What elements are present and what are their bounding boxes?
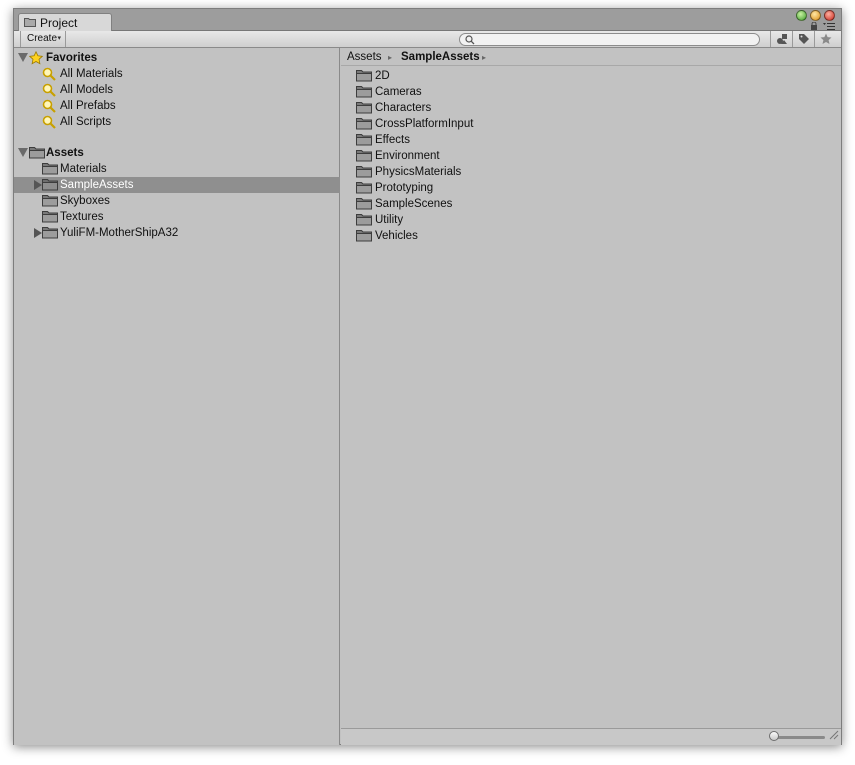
folder-item[interactable]: Characters (341, 100, 841, 116)
tree-favorite-label: All Materials (60, 68, 123, 80)
lock-icon[interactable] (810, 21, 818, 30)
folder-label: SampleScenes (375, 198, 453, 210)
tree-folder-label: YuliFM-MotherShipA32 (60, 227, 179, 239)
folder-icon (356, 101, 372, 117)
folder-label: Cameras (375, 86, 422, 98)
folder-icon (356, 133, 372, 149)
minimize-icon[interactable] (810, 10, 821, 21)
foldout-closed-icon[interactable] (34, 180, 42, 190)
folder-item[interactable]: PhysicsMaterials (341, 164, 841, 180)
tree-favorite-label: All Scripts (60, 116, 112, 128)
folder-icon (356, 149, 372, 165)
breadcrumb-separator-icon: ▸ (388, 53, 393, 62)
tab-bar: Project (14, 9, 841, 31)
breadcrumb: Assets ▸ SampleAssets ▸ (341, 48, 841, 66)
breadcrumb-root[interactable]: Assets (347, 51, 382, 63)
create-label: Create (27, 33, 58, 44)
folder-item[interactable]: SampleScenes (341, 196, 841, 212)
folder-icon (356, 117, 372, 133)
tree-favorite-label: All Prefabs (60, 100, 116, 112)
folder-tree: Favorites All Materials All Models All P… (14, 48, 340, 745)
tree-folder-item[interactable]: Skyboxes (14, 193, 340, 209)
status-bar (341, 728, 841, 745)
folder-item[interactable]: Utility (341, 212, 841, 228)
tree-folder-item[interactable]: Materials (14, 161, 340, 177)
folder-label: Environment (375, 150, 440, 162)
folder-icon (42, 210, 58, 226)
tree-favorites-header[interactable]: Favorites (14, 50, 340, 66)
tree-favorite-item[interactable]: All Scripts (14, 114, 340, 130)
folder-item[interactable]: Vehicles (341, 228, 841, 244)
filter-by-type-button[interactable] (770, 31, 792, 47)
folder-icon (356, 181, 372, 197)
resize-grip-icon[interactable] (829, 730, 839, 743)
tree-assets-label: Assets (46, 147, 84, 159)
foldout-closed-icon[interactable] (34, 228, 42, 238)
save-search-button[interactable] (814, 31, 836, 47)
chevron-down-icon: ▾ (57, 35, 61, 42)
tree-folder-label: Textures (60, 211, 104, 223)
folder-icon (356, 69, 372, 85)
folder-item[interactable]: Environment (341, 148, 841, 164)
folder-icon (42, 194, 58, 210)
breadcrumb-current[interactable]: SampleAssets (401, 51, 480, 63)
search-input[interactable] (459, 33, 760, 46)
folder-item[interactable]: CrossPlatformInput (341, 116, 841, 132)
folder-label: PhysicsMaterials (375, 166, 462, 178)
folder-label: Vehicles (375, 230, 418, 242)
folder-contents: Assets ▸ SampleAssets ▸ 2D Cameras Chara… (341, 48, 841, 745)
folder-item[interactable]: Prototyping (341, 180, 841, 196)
maximize-icon[interactable] (796, 10, 807, 21)
toolbar: Create ▾ (14, 31, 841, 48)
project-window: Project Create ▾ Favorites All Materials… (13, 8, 842, 745)
filter-by-type-icon (777, 34, 787, 44)
tree-folder-label: Materials (60, 163, 107, 175)
foldout-open-icon[interactable] (18, 53, 28, 62)
folder-icon (356, 229, 372, 245)
folder-icon (356, 197, 372, 213)
folder-item[interactable]: Cameras (341, 84, 841, 100)
tab-project[interactable]: Project (18, 13, 112, 31)
folder-icon (42, 226, 58, 242)
breadcrumb-separator-icon[interactable]: ▸ (482, 53, 486, 62)
tree-folder-item-selected[interactable]: SampleAssets (14, 177, 340, 193)
folder-label: 2D (375, 70, 390, 82)
folder-label: CrossPlatformInput (375, 118, 474, 130)
tree-favorite-item[interactable]: All Models (14, 82, 340, 98)
icon-size-slider-track[interactable] (771, 736, 825, 739)
tree-favorites-label: Favorites (46, 52, 98, 64)
tree-favorite-item[interactable]: All Materials (14, 66, 340, 82)
close-icon[interactable] (824, 10, 835, 21)
folder-icon (356, 85, 372, 101)
tree-assets-header[interactable]: Assets (14, 145, 340, 161)
search-filter-icon (42, 115, 56, 132)
pane-menu-icon[interactable] (823, 21, 835, 30)
tree-folder-item[interactable]: Textures (14, 209, 340, 225)
folder-icon (356, 165, 372, 181)
foldout-open-icon[interactable] (18, 148, 28, 157)
folder-icon (42, 178, 58, 194)
folder-label: Characters (375, 102, 432, 114)
tree-folder-label: Skyboxes (60, 195, 110, 207)
folder-item[interactable]: Effects (341, 132, 841, 148)
tab-label: Project (40, 16, 78, 30)
icon-size-slider-handle[interactable] (769, 731, 779, 741)
search-icon (465, 35, 475, 48)
filter-by-label-button[interactable] (792, 31, 814, 47)
tree-folder-label: SampleAssets (60, 179, 134, 191)
folder-item[interactable]: 2D (341, 68, 841, 84)
create-button[interactable]: Create ▾ (20, 31, 66, 47)
tree-folder-item[interactable]: YuliFM-MotherShipA32 (14, 225, 340, 241)
folder-label: Effects (375, 134, 410, 146)
folder-label: Utility (375, 214, 404, 226)
folder-icon (356, 213, 372, 229)
folder-icon (24, 17, 36, 30)
folder-icon (42, 162, 58, 178)
tree-favorite-label: All Models (60, 84, 114, 96)
tree-favorite-item[interactable]: All Prefabs (14, 98, 340, 114)
folder-label: Prototyping (375, 182, 434, 194)
folder-icon (29, 146, 45, 162)
filter-by-label-icon (799, 34, 809, 44)
favorites-star-icon (820, 33, 832, 44)
